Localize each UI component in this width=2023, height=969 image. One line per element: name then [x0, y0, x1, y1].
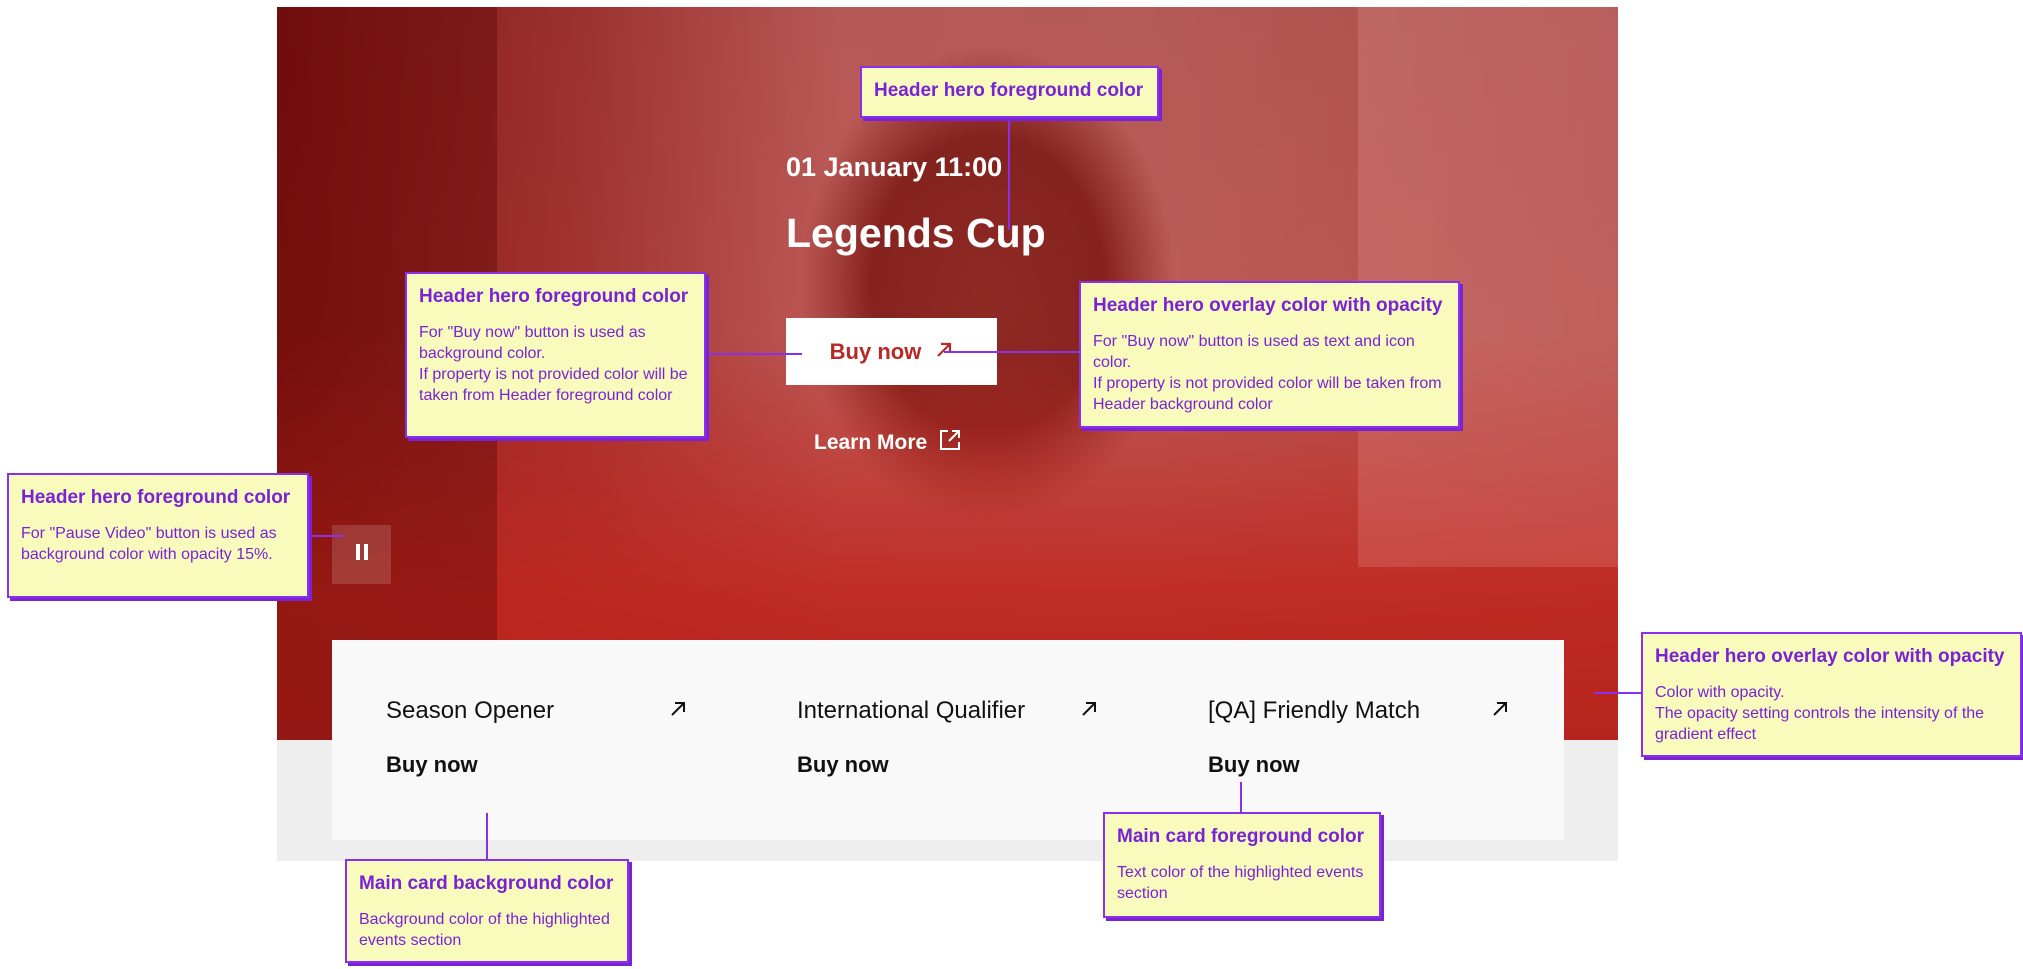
annotation-connector	[944, 351, 1080, 353]
annotation-connector	[486, 813, 488, 859]
hero-title: Legends Cup	[786, 210, 1046, 256]
highlighted-events-section: Season Opener Buy now International Qual…	[332, 640, 1564, 840]
event-card[interactable]: [QA] Friendly Match Buy now	[1208, 696, 1508, 778]
pause-video-button[interactable]	[332, 525, 391, 584]
annotation-title: Header hero foreground color	[419, 286, 689, 307]
annotation-note: Header hero overlay color with opacity C…	[1641, 632, 2022, 757]
arrow-up-right-icon	[670, 701, 686, 722]
annotation-note: Header hero foreground color For "Pause …	[7, 473, 309, 598]
annotation-title: Header hero overlay color with opacity	[1655, 646, 2005, 667]
annotation-body: For "Buy now" button is used as text and…	[1093, 333, 1442, 413]
arrow-up-right-icon	[1081, 701, 1097, 722]
annotation-connector	[1008, 118, 1010, 230]
annotation-note: Main card foreground color Text color of…	[1103, 812, 1381, 918]
annotation-note: Header hero foreground color	[860, 66, 1159, 118]
event-title: Season Opener	[386, 697, 555, 724]
hero-date: 01 January 11:00	[786, 152, 1003, 182]
learn-more-link[interactable]: Learn More	[814, 428, 961, 458]
event-buy-now-link[interactable]: Buy now	[797, 752, 1097, 778]
annotation-title: Header hero foreground color	[21, 487, 291, 508]
pause-icon	[354, 543, 370, 566]
event-title: International Qualifier	[797, 697, 1026, 724]
learn-more-label: Learn More	[814, 431, 928, 454]
annotation-connector	[706, 353, 802, 355]
annotation-body: Color with opacity. The opacity setting …	[1655, 684, 1985, 743]
event-card[interactable]: International Qualifier Buy now	[797, 696, 1097, 778]
annotation-title: Main card background color	[359, 873, 614, 894]
event-card[interactable]: Season Opener Buy now	[386, 696, 686, 778]
event-title: [QA] Friendly Match	[1208, 697, 1421, 724]
annotation-note: Main card background color Background co…	[345, 859, 629, 963]
annotation-connector	[1594, 692, 1642, 694]
event-buy-now-link[interactable]: Buy now	[1208, 752, 1508, 778]
annotation-body: For "Pause Video" button is used as back…	[21, 525, 277, 563]
annotation-connector	[1240, 782, 1242, 812]
annotation-title: Main card foreground color	[1117, 826, 1365, 847]
annotation-note: Header hero overlay color with opacity F…	[1079, 281, 1460, 428]
event-buy-now-link[interactable]: Buy now	[386, 752, 686, 778]
arrow-up-right-icon	[1492, 701, 1508, 722]
annotation-note: Header hero foreground color For "Buy no…	[405, 272, 706, 438]
external-link-icon	[939, 429, 961, 457]
annotation-title: Header hero foreground color	[874, 80, 1144, 101]
annotation-body: Background color of the highlighted even…	[359, 911, 610, 949]
annotation-body: Text color of the highlighted events sec…	[1117, 864, 1364, 902]
annotation-title: Header hero overlay color with opacity	[1093, 295, 1443, 316]
hero-buy-now-label: Buy now	[829, 338, 922, 364]
annotation-connector	[310, 535, 344, 537]
annotation-body: For "Buy now" button is used as backgrou…	[419, 324, 688, 404]
